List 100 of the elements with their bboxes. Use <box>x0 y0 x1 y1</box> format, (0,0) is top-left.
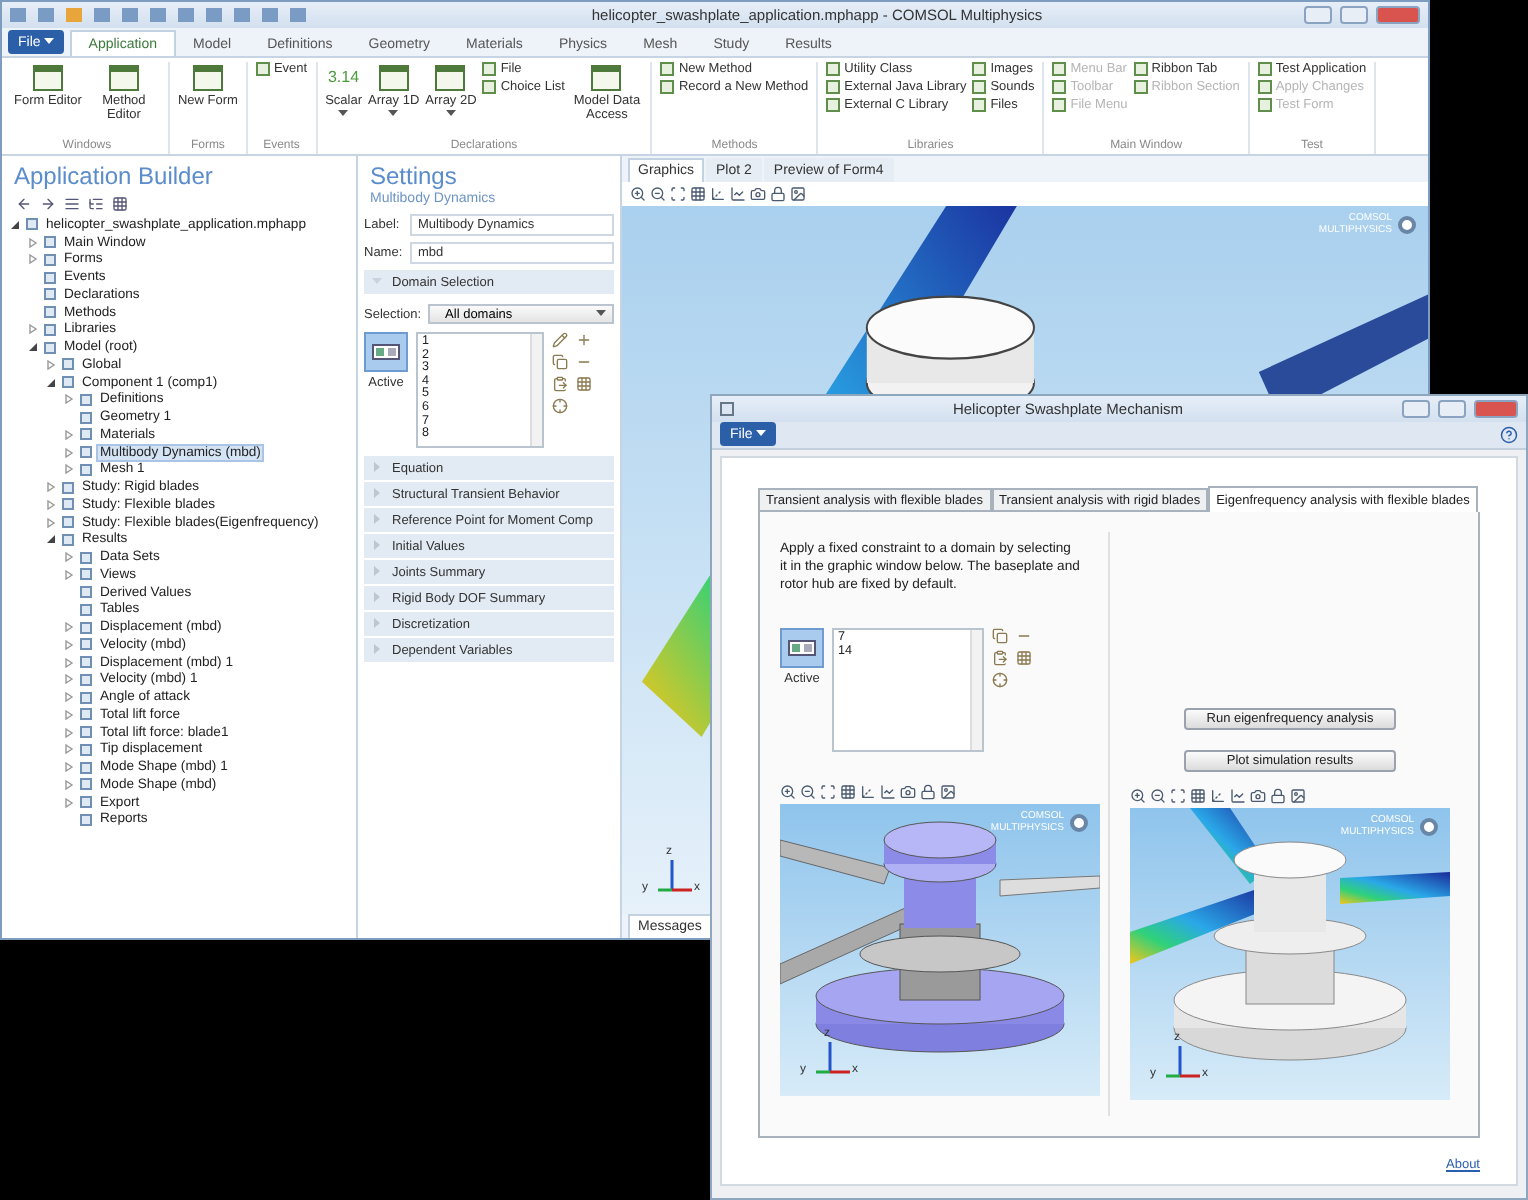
collapse-arrow-icon[interactable] <box>46 377 56 388</box>
pencil-icon[interactable] <box>552 332 568 348</box>
lock-icon[interactable] <box>770 186 786 202</box>
lock-icon[interactable] <box>920 784 936 800</box>
axes-icon[interactable] <box>1210 788 1226 804</box>
window-icon <box>377 62 410 94</box>
expand-arrow-icon <box>372 461 382 471</box>
window-icon <box>191 62 224 94</box>
expand-arrow-icon[interactable] <box>46 359 56 370</box>
zoom-out-icon[interactable] <box>800 784 816 800</box>
copy-icon[interactable] <box>992 628 1008 644</box>
axis-arrows-icon <box>810 1036 854 1076</box>
image-icon[interactable] <box>940 784 956 800</box>
collapse-arrow-icon[interactable] <box>10 219 20 230</box>
node-icon <box>80 638 92 651</box>
minimize-button[interactable] <box>1304 6 1332 24</box>
logo-icon <box>1398 216 1416 234</box>
zoom-extents-icon[interactable] <box>820 784 836 800</box>
node-icon <box>80 691 92 704</box>
expand-arrow-icon[interactable] <box>64 394 74 405</box>
window-icon <box>107 62 140 94</box>
collapse-arrow-icon[interactable] <box>28 342 38 353</box>
expand-arrow-icon[interactable] <box>64 744 74 755</box>
expand-arrow-icon[interactable] <box>64 762 74 773</box>
expand-arrow-icon <box>372 539 382 549</box>
grid-icon[interactable] <box>840 784 856 800</box>
window-icon <box>590 62 623 94</box>
lines-icon[interactable] <box>64 196 80 212</box>
collapse-arrow-icon[interactable] <box>46 534 56 545</box>
grid-icon[interactable] <box>1190 788 1206 804</box>
minimize-button[interactable] <box>1402 400 1430 418</box>
expand-arrow-icon[interactable] <box>46 482 56 493</box>
zoom-extents-icon[interactable] <box>670 186 686 202</box>
node-icon <box>44 323 56 336</box>
chart-icon[interactable] <box>880 784 896 800</box>
selection-icon <box>788 640 816 656</box>
expand-arrow-icon[interactable] <box>46 517 56 528</box>
node-icon <box>62 376 74 389</box>
expand-arrow-icon[interactable] <box>64 447 74 458</box>
grid-icon[interactable] <box>576 376 592 392</box>
expand-arrow-icon[interactable] <box>64 464 74 475</box>
expand-arrow-icon[interactable] <box>64 797 74 808</box>
zoom-out-icon[interactable] <box>1150 788 1166 804</box>
crosshair-icon[interactable] <box>552 398 568 414</box>
camera-icon[interactable] <box>750 186 766 202</box>
zoom-out-icon[interactable] <box>650 186 666 202</box>
expand-arrow-icon[interactable] <box>46 499 56 510</box>
back-arrow-icon[interactable] <box>16 196 32 212</box>
logo-icon <box>1420 818 1438 836</box>
maximize-button[interactable] <box>1438 400 1466 418</box>
image-icon[interactable] <box>790 186 806 202</box>
expand-arrow-icon[interactable] <box>28 237 38 248</box>
node-icon <box>80 446 92 459</box>
help-icon[interactable] <box>1500 426 1518 444</box>
crosshair-icon[interactable] <box>992 672 1008 688</box>
expand-arrow-icon[interactable] <box>64 779 74 790</box>
expand-arrow-icon <box>372 513 382 523</box>
expand-arrow-icon[interactable] <box>28 324 38 335</box>
expand-arrow-icon[interactable] <box>64 622 74 633</box>
grid-icon[interactable] <box>690 186 706 202</box>
zoom-in-icon[interactable] <box>780 784 796 800</box>
image-icon[interactable] <box>1290 788 1306 804</box>
camera-icon[interactable] <box>1250 788 1266 804</box>
zoom-extents-icon[interactable] <box>1170 788 1186 804</box>
forward-arrow-icon[interactable] <box>40 196 56 212</box>
pane-title: Settings <box>368 160 459 191</box>
app-icon <box>720 402 734 416</box>
maximize-button[interactable] <box>1340 6 1368 24</box>
grid-icon[interactable] <box>1016 650 1032 666</box>
expand-arrow-icon[interactable] <box>64 692 74 703</box>
add-icon[interactable] <box>576 332 592 348</box>
chart-icon[interactable] <box>730 186 746 202</box>
collapse-arrow-icon <box>372 275 382 285</box>
lock-icon[interactable] <box>1270 788 1286 804</box>
camera-icon[interactable] <box>900 784 916 800</box>
expand-arrow-icon[interactable] <box>28 254 38 265</box>
expand-arrow-icon[interactable] <box>64 657 74 668</box>
paste-icon[interactable] <box>552 376 568 392</box>
grid-icon[interactable] <box>112 196 128 212</box>
chart-icon[interactable] <box>1230 788 1246 804</box>
node-icon <box>44 341 56 354</box>
copy-icon[interactable] <box>552 354 568 370</box>
node-icon <box>62 533 74 546</box>
expand-arrow-icon[interactable] <box>64 639 74 650</box>
pane-title: Application Builder <box>12 160 215 192</box>
expand-arrow-icon[interactable] <box>64 709 74 720</box>
tree-icon[interactable] <box>88 196 104 212</box>
axes-icon[interactable] <box>710 186 726 202</box>
zoom-in-icon[interactable] <box>630 186 646 202</box>
expand-arrow-icon[interactable] <box>64 674 74 685</box>
axes-icon[interactable] <box>860 784 876 800</box>
zoom-in-icon[interactable] <box>1130 788 1146 804</box>
node-icon <box>80 568 92 581</box>
expand-arrow-icon[interactable] <box>64 569 74 580</box>
node-icon <box>80 393 92 406</box>
paste-icon[interactable] <box>992 650 1008 666</box>
node-icon <box>80 778 92 791</box>
expand-arrow-icon[interactable] <box>64 727 74 738</box>
expand-arrow-icon[interactable] <box>64 429 74 440</box>
expand-arrow-icon[interactable] <box>64 552 74 563</box>
